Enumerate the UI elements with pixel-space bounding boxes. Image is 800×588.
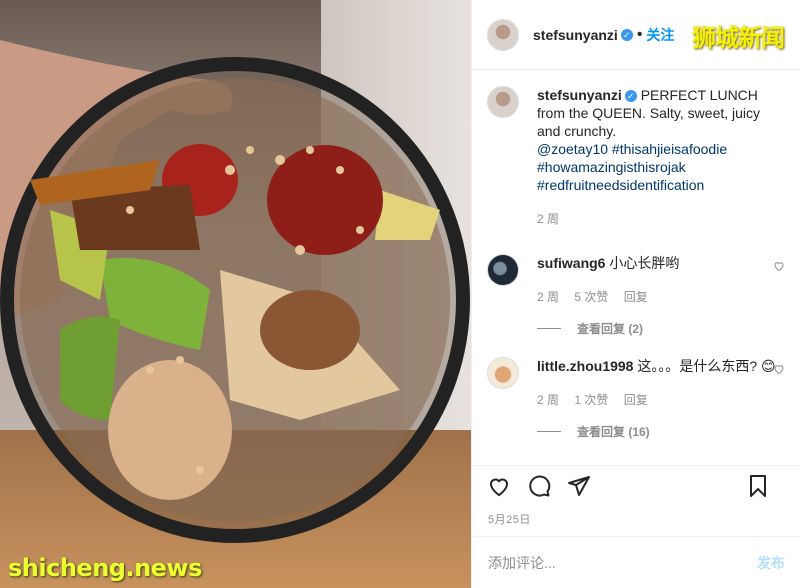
- rojak-bowl-illustration: [0, 40, 470, 543]
- post-side-panel: stefsunyanzi ✓ • 关注 狮城新闻 stefsunyanzi ✓ P…: [471, 0, 800, 588]
- separator-dot: •: [636, 25, 643, 43]
- comment-body: sufiwang6 小心长胖哟 2 周 5 次赞 回复: [537, 254, 785, 306]
- comment-time[interactable]: 2 周: [537, 393, 559, 407]
- comment-text: 小心长胖哟: [609, 255, 680, 271]
- verified-badge-icon: ✓: [620, 28, 633, 41]
- comment-item: sufiwang6 小心长胖哟 2 周 5 次赞 回复: [487, 254, 785, 306]
- commenter-avatar[interactable]: [487, 254, 519, 286]
- brand-watermark: 狮城新闻: [692, 24, 785, 52]
- view-replies-toggle[interactable]: 查看回复 (2): [537, 320, 785, 337]
- post-actions: [472, 466, 800, 506]
- commenter-avatar[interactable]: [487, 357, 519, 389]
- post-photo[interactable]: shicheng.news: [0, 0, 471, 588]
- comment-likes[interactable]: 1 次赞: [574, 393, 608, 407]
- verified-badge-icon: ✓: [624, 90, 637, 103]
- commenter-username[interactable]: little.zhou1998: [537, 358, 633, 374]
- hashtag-link[interactable]: #howamazingisthisrojak: [537, 158, 785, 176]
- site-watermark: shicheng.news: [8, 554, 202, 582]
- heart-icon[interactable]: [487, 474, 511, 498]
- hashtag-link[interactable]: @zoetay10 #thisahjieisafoodie: [537, 140, 785, 158]
- caption-meta: 2 周: [537, 210, 785, 228]
- reply-button[interactable]: 回复: [624, 290, 648, 304]
- heart-icon[interactable]: [773, 260, 785, 272]
- share-icon[interactable]: [567, 474, 591, 498]
- comment-item: little.zhou1998 这。。。是什么东西? 😊 2 周 1 次赞 回复: [487, 357, 785, 409]
- hashtag-link[interactable]: #redfruitneedsidentification: [537, 176, 785, 194]
- caption-username[interactable]: stefsunyanzi: [537, 87, 622, 103]
- comment-icon[interactable]: [527, 474, 551, 498]
- follow-button[interactable]: 关注: [646, 25, 674, 45]
- comment-time[interactable]: 2 周: [537, 290, 559, 304]
- caption: stefsunyanzi ✓ PERFECT LUNCH from the QUE…: [487, 86, 785, 228]
- caption-hashtags: @zoetay10 #thisahjieisafoodie #howamazin…: [537, 140, 785, 194]
- view-replies-toggle[interactable]: 查看回复 (16): [537, 423, 785, 440]
- reply-button[interactable]: 回复: [624, 393, 648, 407]
- comment-likes[interactable]: 5 次赞: [574, 290, 608, 304]
- view-replies-label[interactable]: 查看回复 (16): [577, 423, 650, 440]
- replies-line: [537, 328, 561, 329]
- comment-meta: 2 周 5 次赞 回复: [537, 288, 785, 306]
- comment-input[interactable]: 添加评论...: [488, 553, 757, 573]
- caption-time[interactable]: 2 周: [537, 212, 559, 226]
- caption-body: stefsunyanzi ✓ PERFECT LUNCH from the QUE…: [537, 86, 785, 228]
- author-avatar[interactable]: [487, 86, 519, 118]
- replies-line: [537, 431, 561, 432]
- bookmark-icon[interactable]: [746, 474, 770, 498]
- add-comment-bar: 添加评论... 发布: [472, 536, 800, 588]
- commenter-username[interactable]: sufiwang6: [537, 255, 605, 271]
- heart-icon[interactable]: [773, 363, 785, 375]
- post-header: stefsunyanzi ✓ • 关注 狮城新闻: [472, 0, 800, 70]
- comment-body: little.zhou1998 这。。。是什么东西? 😊 2 周 1 次赞 回复: [537, 357, 785, 409]
- author-username[interactable]: stefsunyanzi: [533, 27, 618, 43]
- author-avatar[interactable]: [487, 18, 519, 51]
- view-replies-label[interactable]: 查看回复 (2): [577, 320, 643, 337]
- comments-list[interactable]: stefsunyanzi ✓ PERFECT LUNCH from the QUE…: [472, 70, 800, 466]
- post-comment-button[interactable]: 发布: [757, 553, 785, 573]
- post-date[interactable]: 5月25日: [488, 511, 531, 527]
- comment-text: 这。。。是什么东西? 😊: [637, 358, 776, 374]
- comment-meta: 2 周 1 次赞 回复: [537, 391, 785, 409]
